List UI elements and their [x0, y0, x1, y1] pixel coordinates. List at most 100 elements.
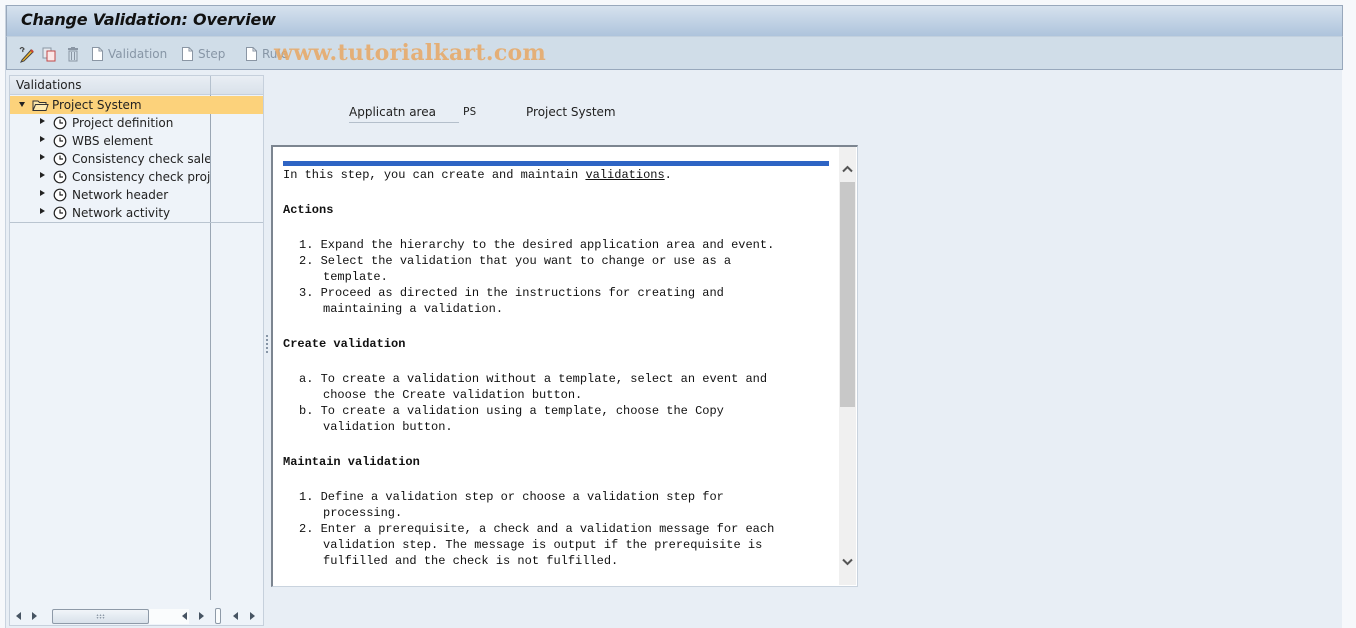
- clock-icon: [53, 116, 67, 133]
- column-divider[interactable]: [210, 76, 211, 95]
- scroll-up-icon[interactable]: [842, 165, 853, 173]
- new-document-icon: [92, 47, 103, 61]
- scroll-right-icon[interactable]: [199, 612, 204, 620]
- tree-node[interactable]: WBS element: [10, 132, 263, 150]
- list-text: choose the Create validation button.: [323, 388, 583, 402]
- application-area-code: PS: [463, 105, 477, 118]
- tree-node[interactable]: Project definition: [10, 114, 263, 132]
- tree-node[interactable]: Consistency check projec: [10, 168, 263, 186]
- list-item: 2. Enter a prerequisite, a check and a v…: [283, 521, 831, 537]
- list-text: Select the validation that you want to c…: [320, 254, 732, 268]
- expand-arrow-icon[interactable]: [40, 208, 45, 214]
- create-rule-label: Rule: [262, 47, 289, 61]
- list-text: validation button.: [323, 420, 453, 434]
- scroll-left-icon[interactable]: [16, 612, 21, 620]
- copy-button[interactable]: [41, 44, 57, 64]
- grip-icon: [96, 614, 105, 619]
- tree-node-label: Network activity: [72, 206, 171, 220]
- list-marker: a.: [299, 372, 314, 386]
- create-step-label: Step: [198, 47, 226, 61]
- expand-arrow-icon[interactable]: [40, 118, 45, 124]
- list-item: 2. Select the validation that you want t…: [283, 253, 831, 269]
- tree-divider: [10, 222, 263, 223]
- scroll-left-icon[interactable]: [182, 612, 187, 620]
- copy-icon: [42, 47, 56, 62]
- create-rule-button[interactable]: Rule: [245, 44, 288, 64]
- clock-icon: [53, 170, 67, 187]
- list-text: processing.: [323, 506, 403, 520]
- list-text: maintaining a validation.: [323, 302, 504, 316]
- intro-prefix: In this step, you can create and maintai…: [283, 168, 586, 182]
- splitter-grip: [266, 339, 268, 341]
- create-validation-label: Validation: [108, 47, 168, 61]
- application-area-description: Project System: [526, 105, 616, 119]
- scroll-left-icon[interactable]: [233, 612, 238, 620]
- tree-node-project-system[interactable]: Project System: [10, 96, 263, 114]
- list-marker: 2.: [299, 522, 314, 536]
- section-heading: Create validation: [283, 337, 406, 351]
- scrollbar-thumb[interactable]: [52, 609, 149, 624]
- list-marker: b.: [299, 404, 314, 418]
- validations-link[interactable]: validations: [585, 168, 664, 182]
- clock-icon: [53, 188, 67, 205]
- list-text: validation step. The message is output i…: [323, 538, 763, 552]
- list-marker: 3.: [299, 286, 314, 300]
- application-area-label: Applicatn area: [349, 105, 459, 123]
- scrollbar-thumb[interactable]: [840, 182, 855, 407]
- list-text: To create a validation using a template,…: [320, 404, 724, 418]
- clock-icon: [53, 134, 67, 151]
- splitter-grip: [266, 351, 268, 353]
- validations-tree: Validations Project System Project defin…: [9, 75, 264, 626]
- documentation-text: In this step, you can create and maintai…: [283, 161, 831, 581]
- tree-header-label: Validations: [16, 78, 82, 92]
- list-item-continuation: validation step. The message is output i…: [283, 537, 831, 553]
- create-validation-button[interactable]: Validation: [91, 44, 167, 64]
- list-item-continuation: validation button.: [283, 419, 831, 435]
- splitter-grip: [266, 347, 268, 349]
- scroll-right-icon[interactable]: [250, 612, 255, 620]
- delete-trash-icon: [68, 47, 78, 62]
- expand-arrow-icon[interactable]: [40, 136, 45, 142]
- create-step-button[interactable]: Step: [181, 44, 225, 64]
- list-item-continuation: processing.: [283, 505, 831, 521]
- list-text: Proceed as directed in the instructions …: [320, 286, 724, 300]
- intro-text: In this step, you can create and maintai…: [283, 167, 831, 183]
- list-text: template.: [323, 270, 388, 284]
- tree-node[interactable]: Consistency check sales d: [10, 150, 263, 168]
- list-item-continuation: choose the Create validation button.: [283, 387, 831, 403]
- splitter-grip: [266, 343, 268, 345]
- list-text: Define a validation step or choose a val…: [320, 490, 724, 504]
- vertical-scrollbar[interactable]: [839, 147, 856, 585]
- tree-node-label: Network header: [72, 188, 169, 202]
- new-document-icon: [182, 47, 193, 61]
- expand-arrow-icon[interactable]: [40, 154, 45, 160]
- list-text: To create a validation without a templat…: [320, 372, 768, 386]
- expand-arrow-icon[interactable]: [40, 172, 45, 178]
- documentation-panel: In this step, you can create and maintai…: [271, 145, 858, 587]
- scroll-right-icon[interactable]: [32, 612, 37, 620]
- edit-pencil-icon: [19, 46, 34, 63]
- expand-arrow-icon[interactable]: [19, 102, 25, 107]
- intro-suffix: .: [664, 168, 672, 182]
- list-text: fulfilled and the check is not fulfilled…: [323, 554, 619, 568]
- sap-window: Change Validation: Overview Validation S…: [5, 5, 1343, 628]
- delete-button[interactable]: [65, 44, 81, 64]
- tree-node[interactable]: Network activity: [10, 204, 263, 222]
- list-text: Enter a prerequisite, a check and a vali…: [320, 522, 775, 536]
- edit-button[interactable]: [17, 44, 35, 64]
- tree-node-label: Project System: [52, 98, 142, 112]
- list-item-continuation: template.: [283, 269, 831, 285]
- column-scroll-thumb[interactable]: [215, 608, 221, 624]
- tree-node[interactable]: Network header: [10, 186, 263, 204]
- horizontal-scrollbar[interactable]: [10, 604, 263, 626]
- scroll-down-icon[interactable]: [842, 558, 853, 566]
- list-item-continuation: fulfilled and the check is not fulfilled…: [283, 553, 831, 569]
- list-item-continuation: maintaining a validation.: [283, 301, 831, 317]
- expand-arrow-icon[interactable]: [40, 190, 45, 196]
- list-text: Expand the hierarchy to the desired appl…: [320, 238, 775, 252]
- tree-column-header[interactable]: Validations: [10, 76, 263, 95]
- tree-node-label: Consistency check projec: [72, 170, 210, 184]
- application-toolbar: Validation Step Rule www.tutorialkart.co…: [6, 36, 1343, 70]
- new-document-icon: [246, 47, 257, 61]
- clock-icon: [53, 152, 67, 169]
